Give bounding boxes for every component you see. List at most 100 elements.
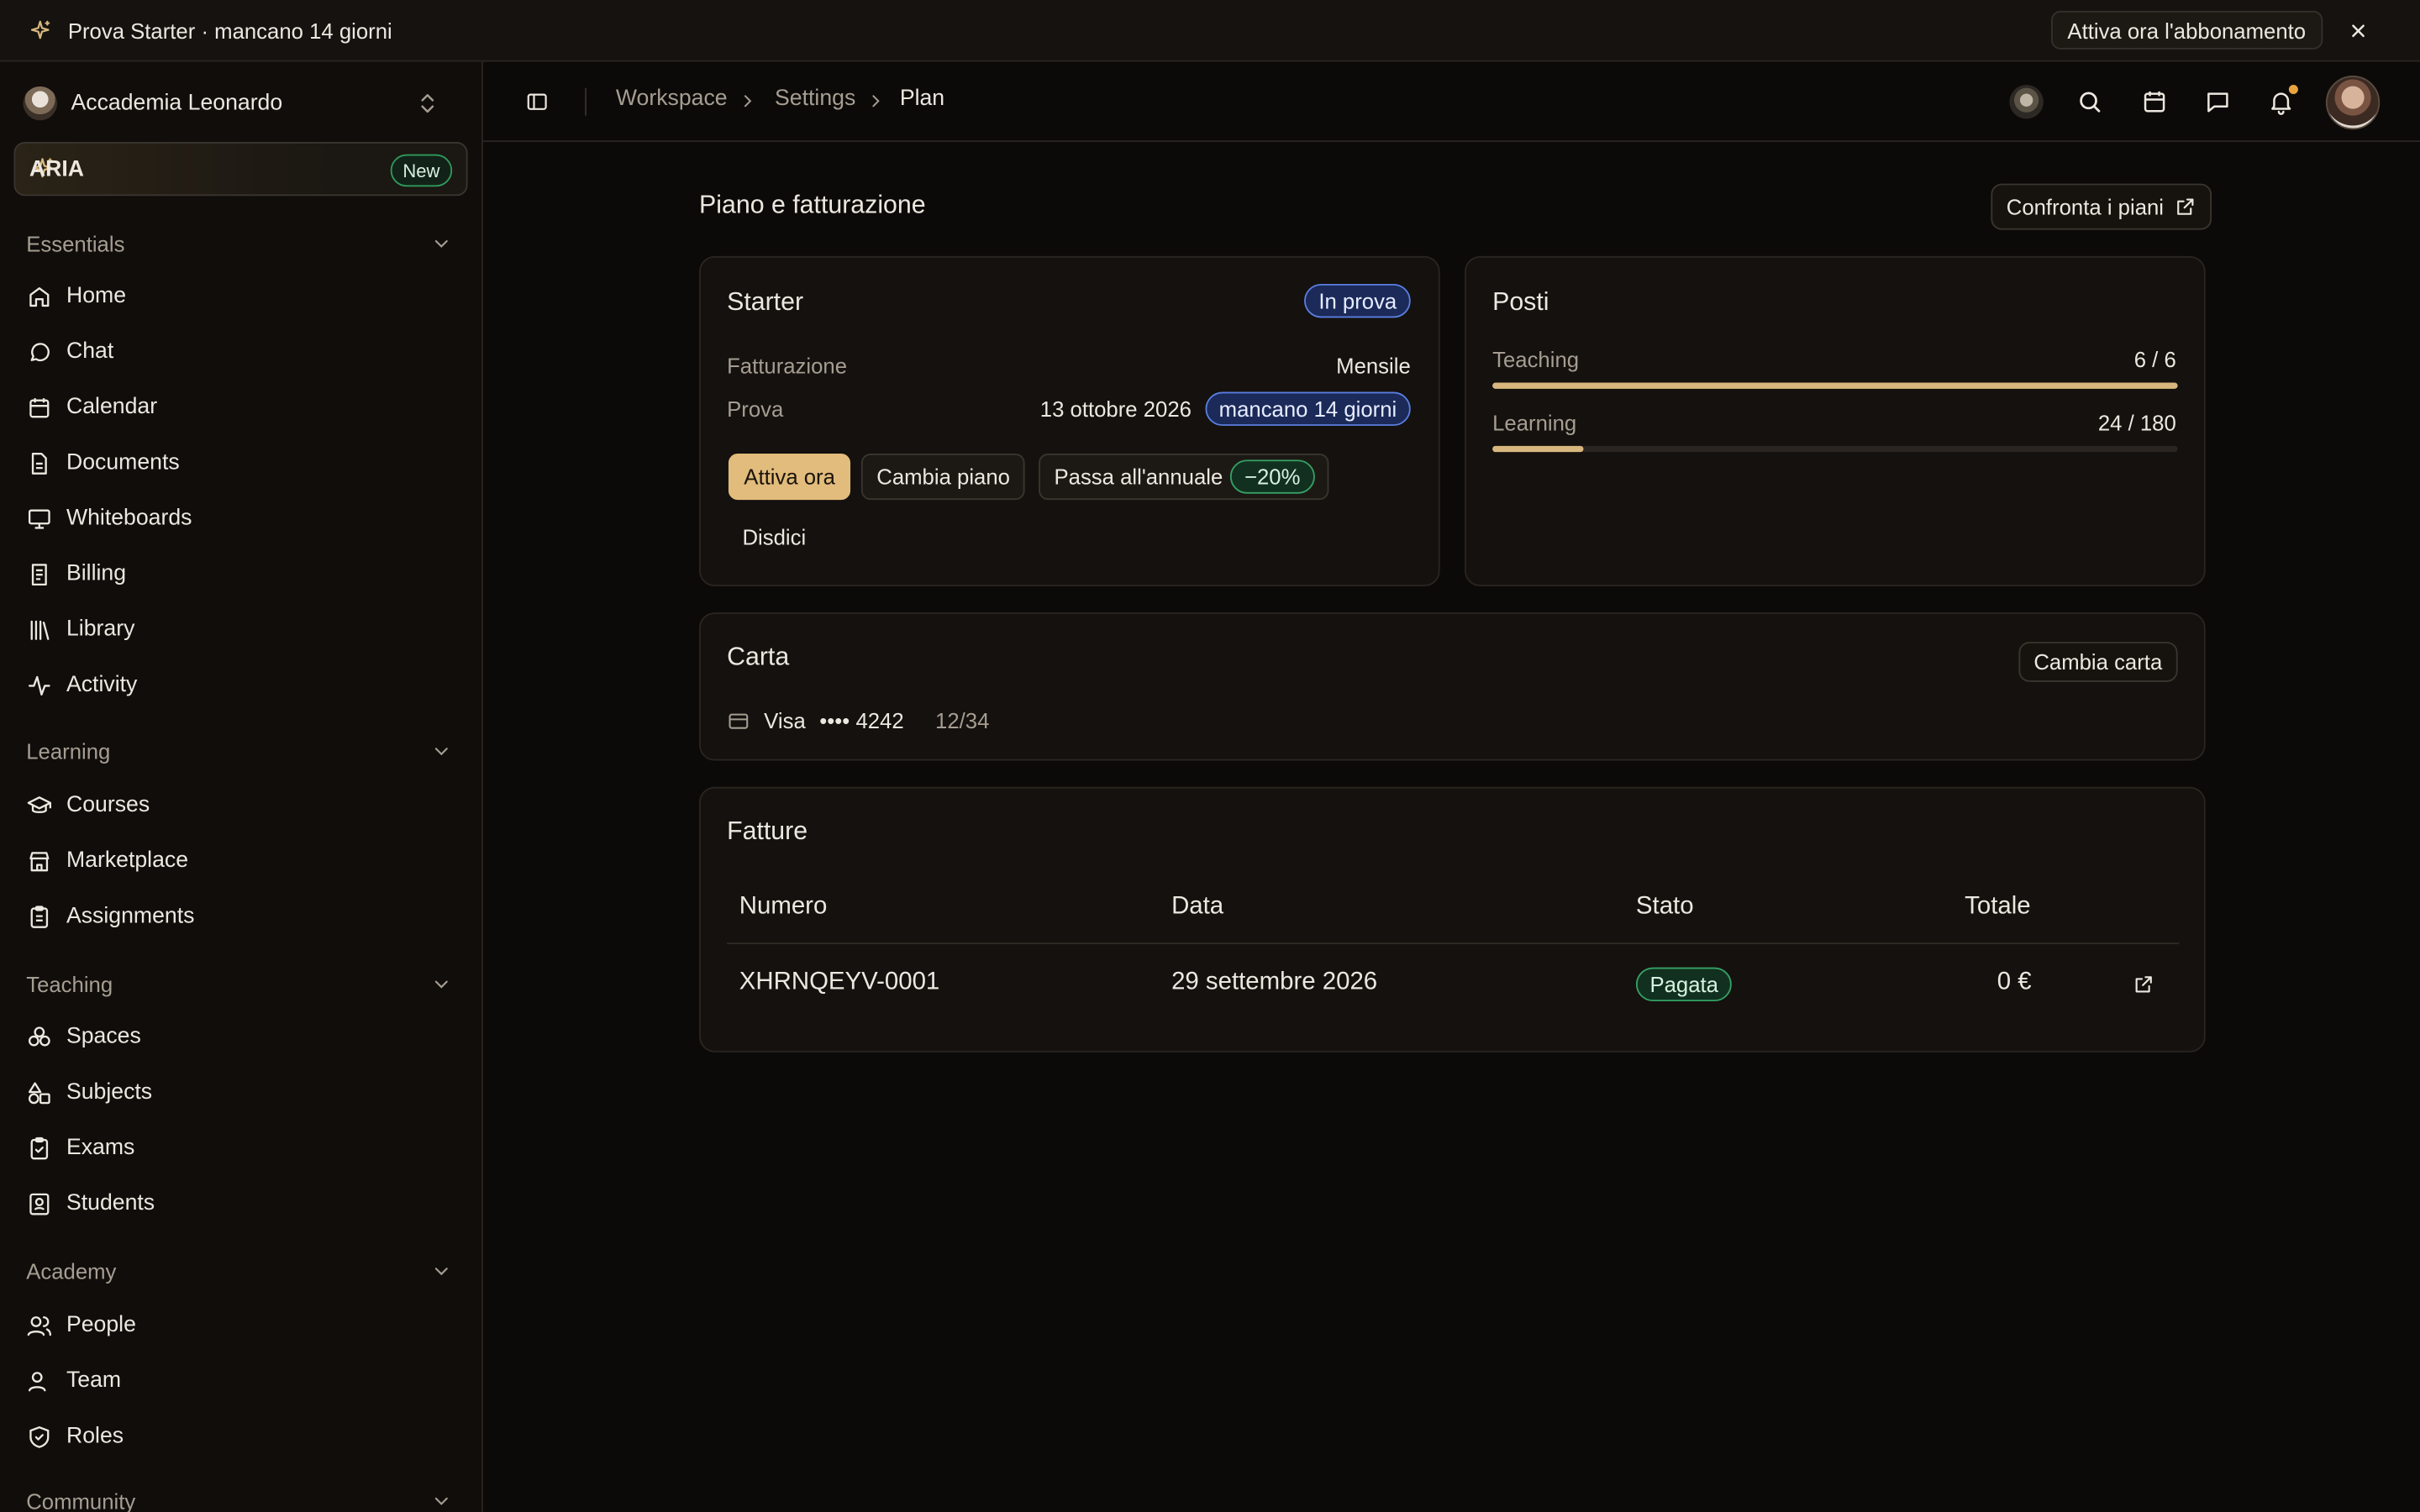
switch-annual-label: Passa all'annuale <box>1054 464 1223 490</box>
student-icon <box>29 1192 50 1215</box>
section-academy[interactable]: Academy <box>26 1256 458 1287</box>
sidebar-item-billing[interactable]: Billing <box>26 555 458 592</box>
sidebar-toggle-icon[interactable] <box>524 90 549 114</box>
workspace-switcher[interactable]: Accademia Leonardo <box>23 85 455 122</box>
sidebar-item-marketplace[interactable]: Marketplace <box>26 843 458 879</box>
sidebar-item-home[interactable]: Home <box>26 278 458 315</box>
notification-dot <box>2288 85 2298 95</box>
invoice-number: XHRNQEYV-0001 <box>739 969 940 995</box>
sidebar-item-people[interactable]: People <box>26 1307 458 1344</box>
sidebar-item-activity[interactable]: Activity <box>26 666 458 703</box>
team-icon <box>28 1371 46 1391</box>
message-icon[interactable] <box>2204 88 2232 116</box>
sidebar-item-label: Documents <box>66 450 180 475</box>
store-icon <box>29 851 50 871</box>
seat-bar-fill <box>1492 382 2178 389</box>
chevrons-up-down-icon <box>421 94 434 113</box>
seat-bar-learning <box>1492 445 2178 453</box>
breadcrumb-plan: Plan <box>899 86 945 112</box>
sidebar-item-library[interactable]: Library <box>26 611 458 648</box>
assistant-avatar[interactable] <box>2009 85 2044 119</box>
page-title: Piano e fatturazione <box>699 191 926 219</box>
library-icon <box>30 619 50 639</box>
invoice-total: 0 € <box>1996 969 2032 995</box>
sidebar-item-exams[interactable]: Exams <box>26 1129 458 1166</box>
billing-icon <box>31 563 47 585</box>
column-header-total: Totale <box>1965 893 2031 920</box>
section-title: Academy <box>26 1258 117 1284</box>
sidebar-item-documents[interactable]: Documents <box>26 444 458 481</box>
section-teaching[interactable]: Teaching <box>26 969 458 1000</box>
billing-label: Fatturazione <box>727 353 848 378</box>
billing-value: Mensile <box>1336 353 1411 378</box>
shapes-icon <box>28 1081 50 1104</box>
user-avatar[interactable] <box>2325 75 2381 130</box>
sidebar-item-roles[interactable]: Roles <box>26 1418 458 1455</box>
plan-name: Starter <box>727 288 804 317</box>
compare-plans-button[interactable]: Confronta i piani <box>1991 183 2212 230</box>
sidebar-item-label: Students <box>66 1190 155 1216</box>
card-title: Carta <box>727 643 790 671</box>
external-link-icon[interactable] <box>2133 974 2154 995</box>
chevron-right-icon <box>872 95 880 108</box>
cancel-plan-button[interactable]: Disdici <box>729 514 820 560</box>
compare-plans-label: Confronta i piani <box>2006 194 2165 219</box>
sidebar-item-label: Billing <box>66 561 127 586</box>
close-icon[interactable] <box>2346 18 2370 43</box>
sidebar-item-whiteboards[interactable]: Whiteboards <box>26 500 458 537</box>
seat-bar-teaching <box>1492 382 2178 389</box>
document-icon <box>31 452 47 474</box>
invoice-status-badge: Pagata <box>1635 967 1733 1002</box>
sidebar-item-label: Chat <box>66 339 114 365</box>
calendar-icon[interactable] <box>2141 88 2169 116</box>
section-title: Essentials <box>26 231 125 256</box>
sidebar-item-students[interactable]: Students <box>26 1185 458 1222</box>
trial-remaining-badge: mancano 14 giorni <box>1205 391 1411 426</box>
switch-annual-button[interactable]: Passa all'annuale −20% <box>1039 453 1328 501</box>
sidebar-item-team[interactable]: Team <box>26 1362 458 1399</box>
column-header-date: Data <box>1171 893 1224 920</box>
sidebar-item-spaces[interactable]: Spaces <box>26 1018 458 1055</box>
sidebar-item-courses[interactable]: Courses <box>26 787 458 824</box>
exam-icon <box>30 1136 49 1159</box>
activate-subscription-button[interactable]: Attiva ora l'abbonamento <box>2050 10 2323 50</box>
sidebar-item-label: Assignments <box>66 904 195 929</box>
sidebar-item-subjects[interactable]: Subjects <box>26 1074 458 1110</box>
sidebar-item-label: Spaces <box>66 1024 141 1049</box>
sidebar-item-chat[interactable]: Chat <box>26 333 458 370</box>
seat-bar-fill <box>1492 445 1584 453</box>
seat-value-learning: 24 / 180 <box>2097 410 2176 435</box>
change-plan-button[interactable]: Cambia piano <box>860 453 1026 501</box>
breadcrumb-workspace[interactable]: Workspace <box>616 87 728 111</box>
credit-card-icon <box>729 713 749 729</box>
chevron-down-icon <box>434 1268 448 1276</box>
graduation-cap-icon <box>27 795 52 813</box>
chevron-right-icon <box>744 95 752 108</box>
sidebar-item-calendar[interactable]: Calendar <box>26 389 458 426</box>
activate-now-button[interactable]: Attiva ora <box>728 453 851 501</box>
invoices-title: Fatture <box>727 817 808 846</box>
section-learning[interactable]: Learning <box>26 736 458 767</box>
trial-label: Prova <box>727 396 784 422</box>
seat-value-teaching: 6 / 6 <box>2133 347 2176 372</box>
sidebar-item-label: Whiteboards <box>66 506 192 531</box>
new-badge: New <box>390 154 453 187</box>
external-link-icon <box>2177 198 2194 215</box>
chevron-down-icon <box>434 980 448 989</box>
sidebar-item-label: Activity <box>66 672 138 698</box>
aria-button[interactable]: ARIA New <box>13 141 468 197</box>
activity-icon <box>28 675 50 696</box>
section-community[interactable]: Community <box>26 1486 458 1512</box>
search-icon[interactable] <box>2075 88 2103 116</box>
status-badge: In prova <box>1304 283 1411 318</box>
sidebar-item-label: Roles <box>66 1424 124 1449</box>
section-essentials[interactable]: Essentials <box>26 228 458 260</box>
breadcrumb-settings[interactable]: Settings <box>775 87 855 111</box>
spaces-icon <box>28 1026 50 1046</box>
section-title: Learning <box>26 738 111 764</box>
card-number: •••• 4242 <box>819 708 904 733</box>
sidebar-item-assignments[interactable]: Assignments <box>26 898 458 935</box>
discount-badge: −20% <box>1230 459 1315 494</box>
change-card-button[interactable]: Cambia carta <box>2018 642 2178 682</box>
sidebar-item-label: Subjects <box>66 1079 153 1105</box>
